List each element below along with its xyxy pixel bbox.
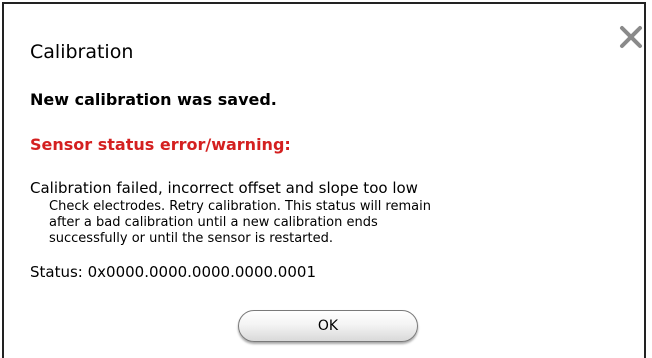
calibration-dialog: Calibration New calibration was saved. S… bbox=[2, 2, 646, 358]
error-detail-line: after a bad calibration until a new cali… bbox=[49, 215, 378, 230]
ok-button-label: OK bbox=[317, 318, 339, 334]
error-title: Calibration failed, incorrect offset and… bbox=[30, 179, 418, 197]
saved-message: New calibration was saved. bbox=[30, 90, 277, 109]
close-icon bbox=[620, 26, 642, 48]
error-detail-line: Check electrodes. Retry calibration. Thi… bbox=[49, 199, 431, 214]
error-heading: Sensor status error/warning: bbox=[30, 135, 291, 154]
dialog-title: Calibration bbox=[30, 41, 134, 63]
close-button[interactable] bbox=[618, 24, 644, 50]
error-detail-line: successfully or until the sensor is rest… bbox=[49, 231, 333, 246]
error-detail: Check electrodes. Retry calibration. Thi… bbox=[49, 199, 431, 247]
ok-button[interactable]: OK bbox=[238, 310, 418, 342]
status-text: Status: 0x0000.0000.0000.0000.0001 bbox=[30, 263, 316, 281]
